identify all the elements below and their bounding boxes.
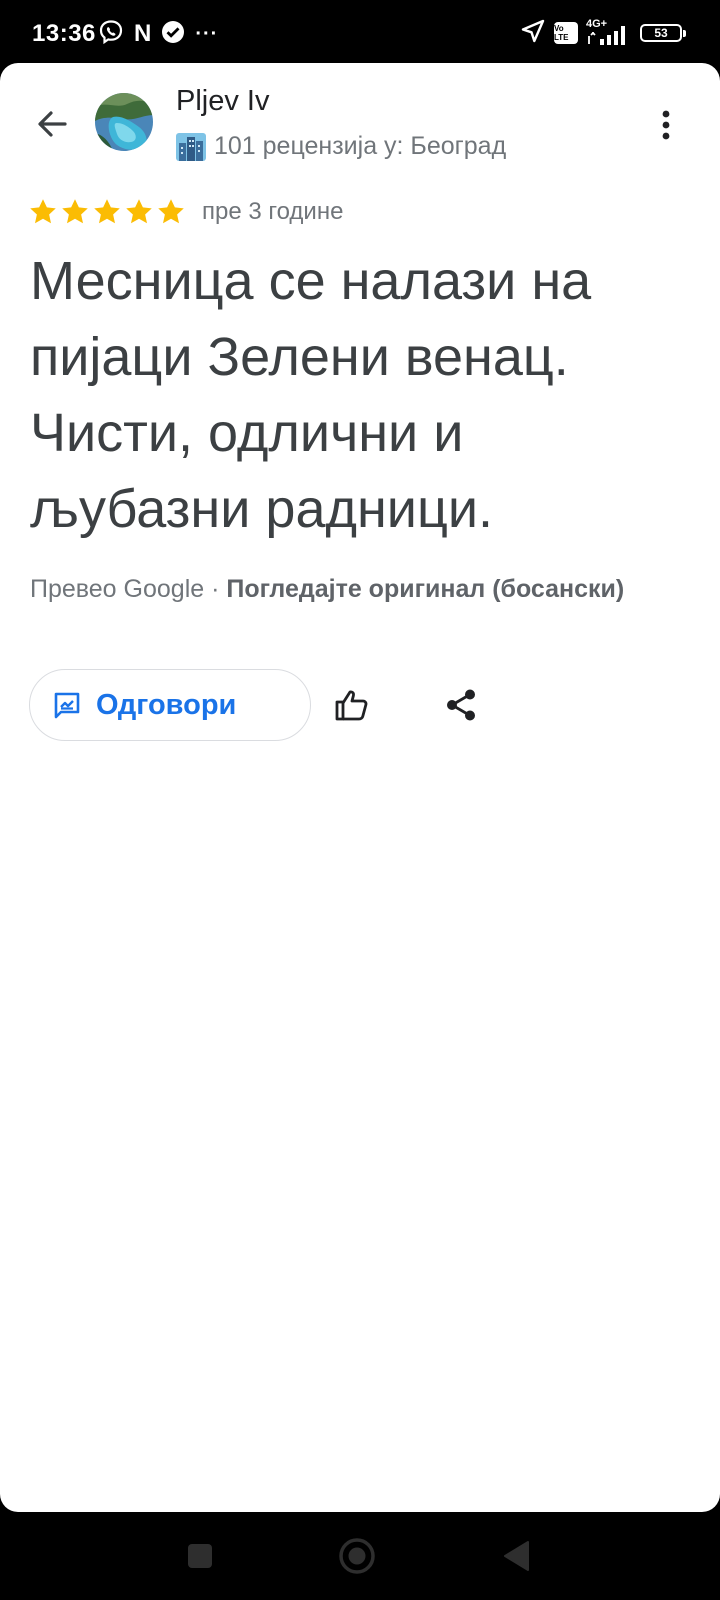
home-button[interactable] [331,1530,383,1582]
share-button[interactable] [437,681,485,729]
volte-icon: Vo LTE [554,22,578,44]
more-notifications-icon: ··· [195,23,219,45]
user-name[interactable]: Pljev Iv [176,85,269,118]
star-icon [30,199,56,224]
back-nav-button[interactable] [490,1530,542,1582]
translation-info: Превео Google · Погледајте оригинал (бос… [30,575,624,604]
recents-square-icon [188,1544,212,1568]
netflix-icon: N [134,20,152,47]
location-arrow-icon [520,18,546,49]
separator: · [204,575,227,603]
see-original-link[interactable]: Погледајте оригинал (босански) [226,575,624,603]
star-icon [62,199,88,224]
reply-label: Одговори [96,688,237,721]
check-circle-icon [161,20,185,49]
notification-icons: N ··· [98,19,219,50]
viber-icon [98,19,124,50]
back-arrow-icon [38,111,67,137]
city-buildings-icon [176,133,206,161]
share-icon [447,689,475,721]
review-time: пре 3 године [202,198,344,225]
reply-button[interactable]: Одговори [29,669,311,741]
status-right-icons: Vo LTE 4G+ 53 [520,18,686,49]
star-icon [94,199,120,224]
status-time: 13:36 [32,20,96,47]
back-button[interactable] [30,102,74,146]
back-triangle-icon [504,1541,529,1571]
star-rating [28,197,186,227]
review-text: Месница се налази на пијаци Зелени венац… [30,251,592,539]
rating-row: пре 3 године [28,197,343,227]
system-nav-bar [0,1512,720,1600]
status-bar: 13:36 N ··· Vo LTE 4G+ 53 [0,0,720,66]
battery-indicator: 53 [640,24,686,42]
reviewer-meta: 101 рецензија у: Београд [176,131,506,161]
avatar[interactable] [95,93,153,151]
thumbs-up-icon [335,690,368,721]
review-count-location: 101 рецензија у: Београд [214,131,507,160]
recents-button[interactable] [174,1530,226,1582]
star-icon [126,199,152,224]
home-circle-icon [339,1538,375,1574]
translated-by-label: Превео Google [30,575,205,603]
like-button[interactable] [328,681,376,729]
more-options-button[interactable] [648,101,684,149]
reply-comment-icon [54,692,80,719]
review-card: Pljev Iv 101 рецензија у: Београд пре 3 … [0,63,720,1512]
signal-icon: 4G+ [586,18,632,46]
more-vert-icon [662,110,670,140]
star-icon [158,199,184,224]
